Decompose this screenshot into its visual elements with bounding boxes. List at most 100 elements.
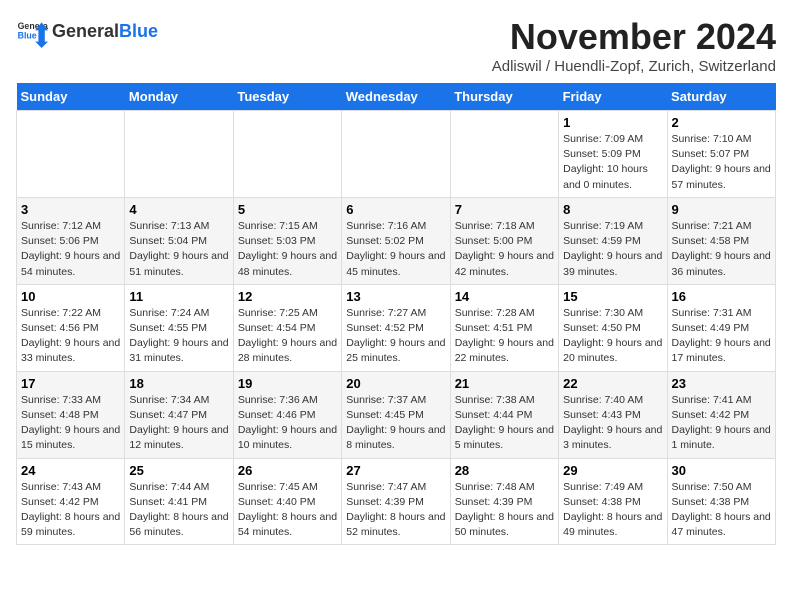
day-number: 18 — [129, 376, 228, 391]
day-info: Sunrise: 7:18 AM Sunset: 5:00 PM Dayligh… — [455, 219, 554, 280]
day-number: 30 — [672, 463, 771, 478]
day-number: 3 — [21, 202, 120, 217]
calendar-cell: 7 Sunrise: 7:18 AM Sunset: 5:00 PM Daylig… — [450, 197, 558, 284]
day-info: Sunrise: 7:33 AM Sunset: 4:48 PM Dayligh… — [21, 393, 120, 454]
calendar-cell: 10 Sunrise: 7:22 AM Sunset: 4:56 PM Dayli… — [17, 284, 125, 371]
calendar-cell: 17 Sunrise: 7:33 AM Sunset: 4:48 PM Dayli… — [17, 371, 125, 458]
weekday-header-tuesday: Tuesday — [233, 83, 341, 111]
month-title: November 2024 — [492, 16, 776, 58]
week-row-4: 17 Sunrise: 7:33 AM Sunset: 4:48 PM Dayli… — [17, 371, 776, 458]
day-info: Sunrise: 7:15 AM Sunset: 5:03 PM Dayligh… — [238, 219, 337, 280]
calendar-cell: 28 Sunrise: 7:48 AM Sunset: 4:39 PM Dayli… — [450, 458, 558, 545]
calendar-cell: 11 Sunrise: 7:24 AM Sunset: 4:55 PM Dayli… — [125, 284, 233, 371]
day-number: 23 — [672, 376, 771, 391]
day-info: Sunrise: 7:24 AM Sunset: 4:55 PM Dayligh… — [129, 306, 228, 367]
calendar-cell: 16Sunrise: 7:31 AM Sunset: 4:49 PM Dayli… — [667, 284, 775, 371]
calendar-cell: 23Sunrise: 7:41 AM Sunset: 4:42 PM Dayli… — [667, 371, 775, 458]
calendar-cell: 27Sunrise: 7:47 AM Sunset: 4:39 PM Dayli… — [342, 458, 450, 545]
calendar-cell: 13 Sunrise: 7:27 AM Sunset: 4:52 PM Dayli… — [342, 284, 450, 371]
day-info: Sunrise: 7:40 AM Sunset: 4:43 PM Dayligh… — [563, 393, 662, 454]
calendar-cell: 30 Sunrise: 7:50 AM Sunset: 4:38 PM Dayli… — [667, 458, 775, 545]
calendar-cell: 6 Sunrise: 7:16 AM Sunset: 5:02 PM Daylig… — [342, 197, 450, 284]
day-info: Sunrise: 7:12 AM Sunset: 5:06 PM Dayligh… — [21, 219, 120, 280]
logo: General Blue GeneralBlue — [16, 16, 158, 48]
calendar-cell — [233, 111, 341, 198]
day-number: 15 — [563, 289, 662, 304]
day-number: 26 — [238, 463, 337, 478]
day-info: Sunrise: 7:21 AM Sunset: 4:58 PM Dayligh… — [672, 219, 771, 280]
day-info: Sunrise: 7:09 AM Sunset: 5:09 PM Dayligh… — [563, 132, 662, 193]
day-number: 14 — [455, 289, 554, 304]
day-number: 17 — [21, 376, 120, 391]
calendar-cell — [125, 111, 233, 198]
calendar-cell: 29Sunrise: 7:49 AM Sunset: 4:38 PM Dayli… — [559, 458, 667, 545]
calendar-cell: 4Sunrise: 7:13 AM Sunset: 5:04 PM Daylig… — [125, 197, 233, 284]
day-info: Sunrise: 7:27 AM Sunset: 4:52 PM Dayligh… — [346, 306, 445, 367]
calendar-cell — [450, 111, 558, 198]
calendar-cell: 14 Sunrise: 7:28 AM Sunset: 4:51 PM Dayli… — [450, 284, 558, 371]
day-number: 5 — [238, 202, 337, 217]
week-row-3: 10 Sunrise: 7:22 AM Sunset: 4:56 PM Dayli… — [17, 284, 776, 371]
day-number: 21 — [455, 376, 554, 391]
calendar-cell: 9 Sunrise: 7:21 AM Sunset: 4:58 PM Daylig… — [667, 197, 775, 284]
day-number: 13 — [346, 289, 445, 304]
logo-blue-text: Blue — [119, 21, 158, 41]
day-info: Sunrise: 7:19 AM Sunset: 4:59 PM Dayligh… — [563, 219, 662, 280]
calendar-table: SundayMondayTuesdayWednesdayThursdayFrid… — [16, 83, 776, 545]
logo-icon: General Blue — [16, 16, 48, 48]
location-subtitle: Adliswil / Huendli-Zopf, Zurich, Switzer… — [492, 58, 776, 75]
calendar-cell — [17, 111, 125, 198]
calendar-cell: 24 Sunrise: 7:43 AM Sunset: 4:42 PM Dayli… — [17, 458, 125, 545]
day-info: Sunrise: 7:22 AM Sunset: 4:56 PM Dayligh… — [21, 306, 120, 367]
calendar-cell: 20Sunrise: 7:37 AM Sunset: 4:45 PM Dayli… — [342, 371, 450, 458]
day-info: Sunrise: 7:44 AM Sunset: 4:41 PM Dayligh… — [129, 480, 228, 541]
day-number: 28 — [455, 463, 554, 478]
day-number: 10 — [21, 289, 120, 304]
calendar-cell: 12Sunrise: 7:25 AM Sunset: 4:54 PM Dayli… — [233, 284, 341, 371]
calendar-cell: 18 Sunrise: 7:34 AM Sunset: 4:47 PM Dayli… — [125, 371, 233, 458]
day-info: Sunrise: 7:48 AM Sunset: 4:39 PM Dayligh… — [455, 480, 554, 541]
day-info: Sunrise: 7:16 AM Sunset: 5:02 PM Dayligh… — [346, 219, 445, 280]
svg-text:Blue: Blue — [18, 30, 37, 40]
weekday-header-thursday: Thursday — [450, 83, 558, 111]
day-info: Sunrise: 7:13 AM Sunset: 5:04 PM Dayligh… — [129, 219, 228, 280]
day-number: 11 — [129, 289, 228, 304]
day-number: 7 — [455, 202, 554, 217]
calendar-cell: 2Sunrise: 7:10 AM Sunset: 5:07 PM Daylig… — [667, 111, 775, 198]
day-info: Sunrise: 7:28 AM Sunset: 4:51 PM Dayligh… — [455, 306, 554, 367]
calendar-cell: 5 Sunrise: 7:15 AM Sunset: 5:03 PM Daylig… — [233, 197, 341, 284]
weekday-header-row: SundayMondayTuesdayWednesdayThursdayFrid… — [17, 83, 776, 111]
day-number: 19 — [238, 376, 337, 391]
weekday-header-saturday: Saturday — [667, 83, 775, 111]
day-info: Sunrise: 7:34 AM Sunset: 4:47 PM Dayligh… — [129, 393, 228, 454]
day-number: 8 — [563, 202, 662, 217]
week-row-1: 1 Sunrise: 7:09 AM Sunset: 5:09 PM Daylig… — [17, 111, 776, 198]
day-info: Sunrise: 7:47 AM Sunset: 4:39 PM Dayligh… — [346, 480, 445, 541]
day-number: 1 — [563, 115, 662, 130]
calendar-cell: 15 Sunrise: 7:30 AM Sunset: 4:50 PM Dayli… — [559, 284, 667, 371]
day-number: 2 — [672, 115, 771, 130]
calendar-cell: 22 Sunrise: 7:40 AM Sunset: 4:43 PM Dayli… — [559, 371, 667, 458]
day-number: 12 — [238, 289, 337, 304]
week-row-5: 24 Sunrise: 7:43 AM Sunset: 4:42 PM Dayli… — [17, 458, 776, 545]
weekday-header-sunday: Sunday — [17, 83, 125, 111]
calendar-cell: 21 Sunrise: 7:38 AM Sunset: 4:44 PM Dayli… — [450, 371, 558, 458]
day-info: Sunrise: 7:30 AM Sunset: 4:50 PM Dayligh… — [563, 306, 662, 367]
day-info: Sunrise: 7:43 AM Sunset: 4:42 PM Dayligh… — [21, 480, 120, 541]
day-number: 9 — [672, 202, 771, 217]
day-number: 22 — [563, 376, 662, 391]
day-info: Sunrise: 7:38 AM Sunset: 4:44 PM Dayligh… — [455, 393, 554, 454]
day-number: 25 — [129, 463, 228, 478]
day-info: Sunrise: 7:49 AM Sunset: 4:38 PM Dayligh… — [563, 480, 662, 541]
day-number: 24 — [21, 463, 120, 478]
weekday-header-monday: Monday — [125, 83, 233, 111]
day-number: 20 — [346, 376, 445, 391]
title-block: November 2024 Adliswil / Huendli-Zopf, Z… — [492, 16, 776, 75]
weekday-header-friday: Friday — [559, 83, 667, 111]
day-info: Sunrise: 7:50 AM Sunset: 4:38 PM Dayligh… — [672, 480, 771, 541]
day-number: 6 — [346, 202, 445, 217]
calendar-cell — [342, 111, 450, 198]
logo-general-text: General — [52, 21, 119, 41]
calendar-cell: 8 Sunrise: 7:19 AM Sunset: 4:59 PM Daylig… — [559, 197, 667, 284]
day-number: 16 — [672, 289, 771, 304]
